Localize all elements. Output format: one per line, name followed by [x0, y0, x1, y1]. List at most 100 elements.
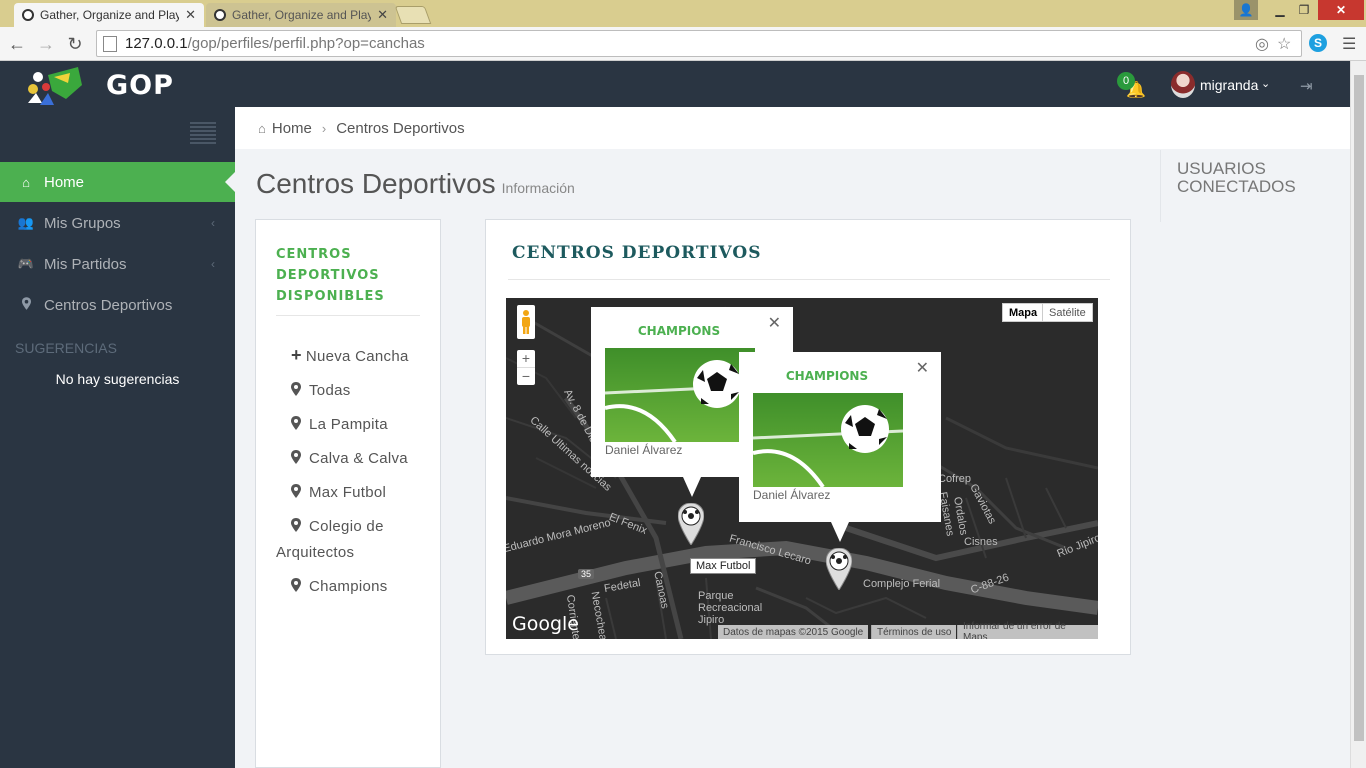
sidebar-item-home[interactable]: ⌂ Home	[0, 162, 235, 202]
location-target-icon[interactable]: ◎	[1255, 34, 1269, 54]
plus-icon: +	[291, 345, 302, 365]
center-label: La Pampita	[309, 416, 388, 433]
sidebar: ⌂ Home 👥 Mis Grupos ‹ 🎮 Mis Partidos ‹ C…	[0, 107, 235, 768]
map-marker-icon	[291, 382, 301, 396]
notification-badge[interactable]: 0	[1117, 72, 1135, 90]
map-panel-title: CENTROS DEPORTIVOS	[512, 243, 762, 263]
soccer-ball-favicon-icon	[22, 9, 34, 21]
center-label: Max Futbol	[309, 484, 387, 501]
user-profile-icon[interactable]: 👤	[1234, 0, 1258, 20]
center-link-todas[interactable]: Todas	[276, 378, 426, 404]
close-icon[interactable]: ✕	[768, 313, 781, 333]
sidebar-item-mis-grupos[interactable]: 👥 Mis Grupos ‹	[0, 203, 235, 243]
logo-figures-icon	[28, 67, 82, 105]
close-icon[interactable]: ✕	[916, 358, 929, 378]
map-type-satellite-button[interactable]: Satélite	[1042, 303, 1093, 322]
suggestions-title: SUGERENCIAS	[15, 340, 117, 356]
google-map[interactable]: Av. 8 de Dic Calle Ultimas noticias Edua…	[506, 298, 1098, 639]
breadcrumb-home-link[interactable]: Home	[272, 120, 312, 137]
map-type-map-button[interactable]: Mapa	[1002, 303, 1045, 322]
zoom-out-icon[interactable]: −	[517, 367, 535, 385]
sports-centers-list-panel: CENTROS DEPORTIVOS DISPONIBLES + Nueva Ca…	[255, 219, 441, 768]
home-icon: ⌂	[258, 120, 266, 136]
map-marker-icon	[291, 518, 301, 532]
sidebar-item-centros-deportivos[interactable]: Centros Deportivos	[0, 285, 235, 325]
soccer-field-image	[753, 393, 903, 487]
url-host: 127.0.0.1	[125, 35, 188, 52]
marker-tooltip: Max Futbol	[690, 558, 757, 574]
gop-logo[interactable]: GOP	[26, 63, 173, 105]
center-link-max-futbol[interactable]: Max Futbol	[276, 480, 426, 506]
page-title: Centros Deportivos Información	[256, 168, 575, 200]
soccer-ball-favicon-icon	[214, 9, 226, 21]
sports-centers-map-panel: CENTROS DEPORTIVOS Av. 8 de Dic Calle Ul…	[485, 219, 1131, 655]
page-icon	[103, 35, 117, 52]
breadcrumb-current: Centros Deportivos	[336, 119, 465, 137]
new-court-label: Nueva Cancha	[305, 348, 409, 365]
page-scrollbar[interactable]	[1350, 61, 1366, 768]
info-window-owner: Daniel Álvarez	[753, 488, 831, 502]
maximize-icon[interactable]: ❐	[1292, 0, 1316, 20]
google-logo[interactable]: Google	[512, 613, 579, 635]
route-shield: 35	[578, 569, 595, 579]
chevron-down-icon[interactable]: ⌄	[1261, 77, 1270, 90]
window-close-icon[interactable]: ✕	[1318, 0, 1364, 20]
scrollbar-thumb[interactable]	[1354, 75, 1364, 741]
page-title-text: Centros Deportivos	[256, 168, 496, 199]
minimize-icon[interactable]: ▁	[1268, 0, 1292, 20]
new-tab-button[interactable]	[394, 6, 432, 24]
center-link-colegio-de-arquitectos[interactable]: Colegio de Arquitectos	[276, 514, 426, 566]
sidebar-item-label: Centros Deportivos	[44, 296, 173, 314]
soccer-ball-marker-icon[interactable]	[678, 503, 704, 545]
map-attribution: Datos de mapas ©2015 Google	[718, 625, 869, 639]
center-link-calva-calva[interactable]: Calva & Calva	[276, 446, 426, 472]
zoom-in-icon[interactable]: +	[517, 350, 535, 367]
info-window-title: CHAMPIONS	[785, 369, 869, 383]
center-link-la-pampita[interactable]: La Pampita	[276, 412, 426, 438]
tab-title: Gather, Organize and Play	[232, 8, 372, 22]
forward-arrow-icon[interactable]: →	[34, 32, 58, 56]
map-marker-icon	[291, 578, 301, 592]
url-path: /gop/perfiles/perfil.php?op=canchas	[187, 35, 425, 52]
center-label: Todas	[309, 382, 351, 399]
map-marker-icon	[291, 416, 301, 430]
gamepad-icon: 🎮	[17, 256, 35, 271]
connected-users-panel: USUARIOS CONECTADOS	[1160, 150, 1350, 222]
info-window-owner: Daniel Álvarez	[605, 443, 683, 457]
center-link-champions[interactable]: Champions	[276, 574, 426, 600]
address-bar[interactable]: 127.0.0.1/gop/perfiles/perfil.php?op=can…	[96, 30, 1302, 57]
bookmark-star-icon[interactable]: ☆	[1277, 34, 1291, 54]
reload-icon[interactable]: ↻	[63, 32, 87, 56]
avatar[interactable]	[1171, 71, 1195, 98]
breadcrumb: ⌂ Home › Centros Deportivos	[235, 107, 1350, 149]
tab-close-icon[interactable]: ✕	[185, 7, 196, 23]
terms-of-use-link[interactable]: Términos de uso	[871, 625, 957, 639]
soccer-field-image	[605, 348, 755, 442]
back-arrow-icon[interactable]: ←	[5, 32, 29, 56]
info-window-title: CHAMPIONS	[637, 324, 721, 338]
tab-title: Gather, Organize and Play	[40, 8, 180, 22]
username[interactable]: migranda	[1200, 77, 1258, 93]
street-label: Complejo Ferial	[863, 578, 941, 590]
street-label: Cisnes	[964, 536, 998, 548]
browser-menu-icon[interactable]: ☰	[1342, 34, 1356, 54]
chevron-left-icon: ‹	[211, 257, 215, 271]
sidebar-item-label: Mis Grupos	[44, 214, 121, 232]
users-icon: 👥	[17, 215, 35, 230]
sidebar-item-label: Mis Partidos	[44, 255, 127, 273]
sidebar-item-mis-partidos[interactable]: 🎮 Mis Partidos ‹	[0, 244, 235, 284]
new-court-link[interactable]: + Nueva Cancha	[276, 342, 426, 370]
sidebar-toggle-icon[interactable]	[190, 122, 216, 144]
logout-icon[interactable]: ⇥	[1300, 77, 1313, 95]
skype-extension-icon[interactable]: S	[1309, 34, 1327, 52]
browser-tab-inactive[interactable]: Gather, Organize and Play ✕	[206, 3, 396, 27]
browser-tab-active[interactable]: Gather, Organize and Play ✕	[14, 3, 204, 27]
soccer-ball-marker-icon[interactable]	[826, 548, 852, 590]
info-window: CHAMPIONS ✕ Daniel Álvarez	[739, 352, 941, 542]
tab-close-icon[interactable]: ✕	[377, 7, 388, 23]
report-map-error-link[interactable]: Informar de un error de Maps	[957, 621, 1098, 639]
center-label: Champions	[309, 578, 388, 595]
street-view-pegman-icon[interactable]	[517, 305, 535, 339]
page-subtitle: Información	[501, 180, 575, 196]
available-centers-title: CENTROS DEPORTIVOS DISPONIBLES	[276, 247, 385, 304]
